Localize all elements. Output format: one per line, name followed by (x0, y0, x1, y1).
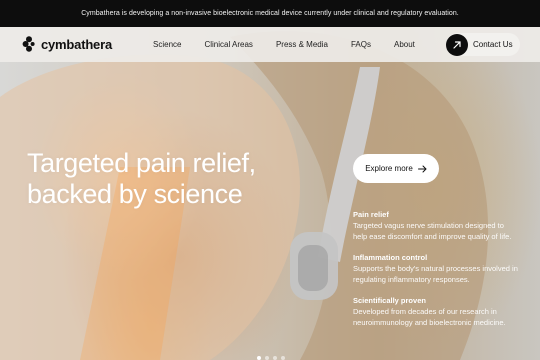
slide-dot[interactable] (257, 356, 261, 360)
nav-link-press-media[interactable]: Press & Media (276, 40, 328, 49)
nav-link-science[interactable]: Science (153, 40, 181, 49)
feature-title: Scientifically proven (353, 296, 426, 305)
top-navigation: cymbathera Science Clinical Areas Press … (0, 27, 540, 62)
feature-title: Inflammation control (353, 253, 428, 262)
contact-us-label: Contact Us (473, 40, 513, 49)
slide-pagination (257, 356, 285, 360)
logo[interactable]: cymbathera (22, 35, 112, 53)
feature-item: Scientifically proven Developed from dec… (353, 296, 518, 328)
feature-description: Supports the body's natural processes in… (353, 264, 518, 284)
feature-description: Targeted vagus nerve stimulation designe… (353, 221, 512, 241)
arrow-up-right-icon (446, 33, 468, 56)
explore-more-label: Explore more (365, 164, 413, 173)
nav-link-clinical-areas[interactable]: Clinical Areas (204, 40, 252, 49)
announcement-bar: Cymbathera is developing a non-invasive … (0, 0, 540, 27)
announcement-text: Cymbathera is developing a non-invasive … (81, 10, 459, 17)
slide-dot[interactable] (281, 356, 285, 360)
slide-dot[interactable] (273, 356, 277, 360)
feature-title: Pain relief (353, 210, 389, 219)
feature-item: Inflammation control Supports the body's… (353, 253, 518, 285)
headline-line-1: Targeted pain relief, (27, 148, 256, 178)
explore-more-button[interactable]: Explore more (353, 154, 439, 183)
feature-description: Developed from decades of our research i… (353, 307, 506, 327)
nav-link-about[interactable]: About (394, 40, 415, 49)
feature-item: Pain relief Targeted vagus nerve stimula… (353, 210, 518, 242)
feature-list: Pain relief Targeted vagus nerve stimula… (353, 210, 518, 339)
hero-headline: Targeted pain relief, backed by science (27, 148, 327, 210)
contact-us-button[interactable]: Contact Us (446, 33, 520, 56)
slide-dot[interactable] (265, 356, 269, 360)
nav-links: Science Clinical Areas Press & Media FAQ… (153, 27, 415, 62)
logo-text: cymbathera (41, 36, 112, 52)
arrow-right-icon (417, 165, 427, 172)
nav-link-faqs[interactable]: FAQs (351, 40, 371, 49)
cymbathera-logo-icon (22, 36, 35, 52)
headline-line-2: backed by science (27, 179, 243, 209)
